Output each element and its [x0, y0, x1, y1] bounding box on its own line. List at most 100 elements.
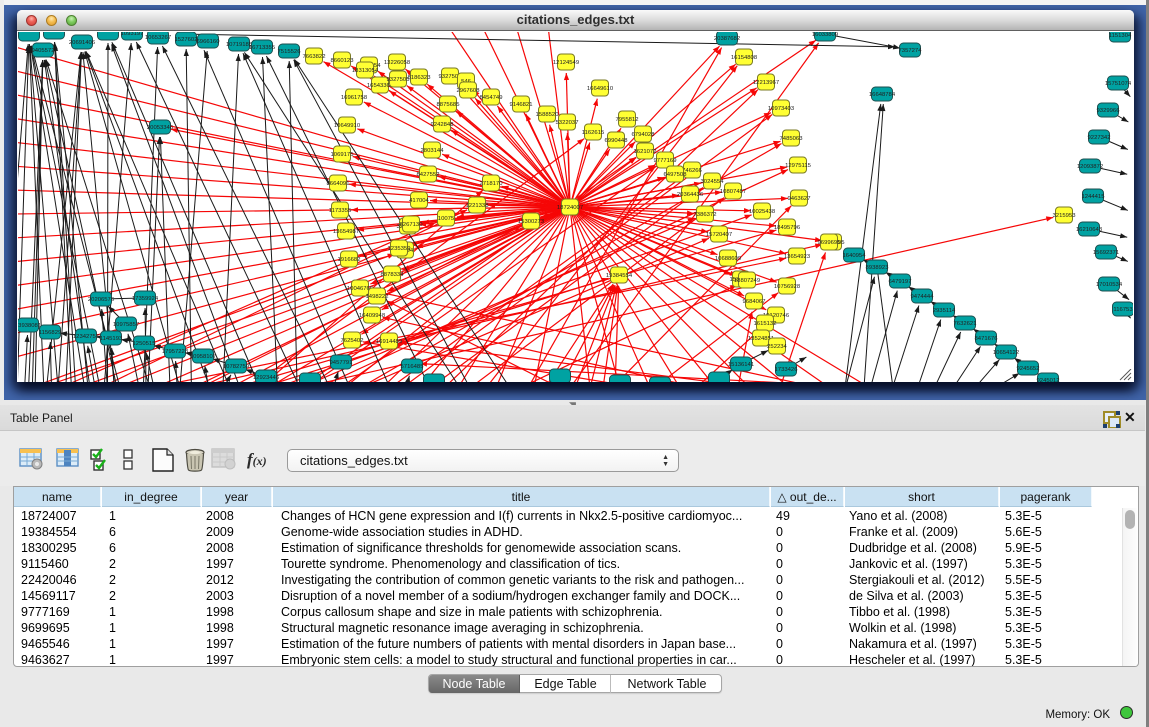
svg-text:10807487: 10807487: [720, 189, 746, 195]
svg-text:9227342: 9227342: [1088, 135, 1111, 141]
svg-text:9474444: 9474444: [911, 294, 935, 300]
svg-text:9684067: 9684067: [743, 299, 766, 305]
svg-text:252234: 252234: [767, 344, 787, 350]
svg-text:7955812: 7955812: [616, 117, 639, 123]
svg-text:17359924: 17359924: [132, 296, 159, 302]
svg-text:16961758: 16961758: [341, 95, 368, 101]
svg-text:6497508: 6497508: [664, 172, 688, 178]
svg-text:10782759: 10782759: [223, 364, 249, 370]
svg-text:8427552: 8427552: [417, 172, 440, 178]
svg-text:16033809: 16033809: [812, 32, 838, 38]
svg-text:10756928: 10756928: [774, 284, 801, 290]
svg-text:3215953: 3215953: [1053, 213, 1077, 219]
svg-text:19384554: 19384554: [606, 273, 633, 279]
svg-text:10975857: 10975857: [113, 322, 139, 328]
svg-text:1640954: 1640954: [843, 253, 867, 259]
svg-text:8471676: 8471676: [975, 336, 999, 342]
svg-text:2967608: 2967608: [457, 88, 481, 94]
svg-text:10688609: 10688609: [715, 256, 741, 262]
svg-text:5716485: 5716485: [401, 364, 425, 370]
svg-text:20691406: 20691406: [69, 40, 96, 46]
svg-text:7515526: 7515526: [278, 49, 302, 55]
svg-text:6794028: 6794028: [632, 132, 656, 138]
svg-text:20387682: 20387682: [714, 36, 740, 42]
svg-text:12213967: 12213967: [753, 80, 779, 86]
svg-text:10025438: 10025438: [749, 209, 776, 215]
svg-text:10653267: 10653267: [145, 35, 171, 41]
svg-text:6990448: 6990448: [605, 138, 629, 144]
svg-text:16914489: 16914489: [376, 339, 402, 345]
svg-text:8938923: 8938923: [866, 265, 890, 271]
svg-text:1588520: 1588520: [536, 112, 560, 118]
svg-text:17957223: 17957223: [162, 349, 189, 355]
svg-text:12342757: 12342757: [73, 334, 99, 340]
svg-text:18724007: 18724007: [557, 205, 583, 211]
svg-text:13654923: 13654923: [784, 254, 811, 260]
svg-text:2935114: 2935114: [933, 308, 956, 314]
svg-text:2803144: 2803144: [421, 148, 445, 154]
svg-text:9245652: 9245652: [1017, 366, 1040, 372]
svg-text:10654122: 10654122: [993, 350, 1019, 356]
svg-text:13226058: 13226058: [384, 60, 411, 66]
svg-text:1916682: 1916682: [338, 257, 361, 263]
svg-text:7625402: 7625402: [341, 338, 364, 344]
svg-text:3024554: 3024554: [701, 179, 725, 185]
svg-text:1145193: 1145193: [100, 336, 123, 342]
svg-text:9457791: 9457791: [330, 360, 353, 366]
svg-text:116753: 116753: [1113, 307, 1133, 313]
svg-text:9777169: 9777169: [654, 158, 677, 164]
svg-text:6479197: 6479197: [889, 279, 912, 285]
svg-text:16409948: 16409948: [359, 313, 386, 319]
svg-text:18495796: 18495796: [774, 225, 801, 231]
svg-text:8186323: 8186323: [408, 75, 432, 81]
svg-text:1069175: 1069175: [331, 152, 355, 158]
svg-text:16210643: 16210643: [1076, 227, 1103, 233]
svg-text:1621072: 1621072: [634, 149, 657, 155]
svg-text:9329966: 9329966: [1097, 108, 1121, 114]
svg-text:8454749: 8454749: [480, 95, 503, 101]
svg-text:12093872: 12093872: [1077, 164, 1103, 170]
svg-text:15720407: 15720407: [706, 232, 732, 238]
svg-text:9242848: 9242848: [431, 122, 455, 128]
svg-text:16154808: 16154808: [731, 55, 758, 61]
svg-text:12975115: 12975115: [785, 163, 811, 169]
svg-text:9245012: 9245012: [1037, 378, 1060, 382]
svg-text:20364436: 20364436: [677, 192, 704, 198]
svg-text:8878334: 8878334: [381, 272, 405, 278]
svg-text:18807249: 18807249: [734, 278, 760, 284]
svg-text:1156829: 1156829: [39, 330, 62, 336]
svg-text:5322037: 5322037: [556, 120, 579, 126]
svg-text:7357274: 7357274: [899, 48, 923, 54]
svg-text:15751074: 15751074: [1105, 81, 1132, 87]
svg-text:1173355: 1173355: [329, 208, 352, 214]
svg-text:7485063: 7485063: [780, 136, 804, 142]
svg-text:15692371: 15692371: [1093, 250, 1119, 256]
svg-text:12124549: 12124549: [553, 60, 579, 66]
svg-text:6966160: 6966160: [197, 39, 221, 45]
svg-text:10649910: 10649910: [334, 123, 361, 129]
svg-text:1221338: 1221338: [466, 203, 490, 209]
svg-text:7386372: 7386372: [694, 212, 717, 218]
svg-text:12923446: 12923446: [253, 375, 280, 381]
svg-text:16649610: 16649610: [587, 86, 614, 92]
svg-text:7632621: 7632621: [954, 321, 977, 327]
svg-text:10075: 10075: [438, 216, 455, 222]
svg-text:17010534: 17010534: [1096, 282, 1123, 288]
svg-text:9463627: 9463627: [788, 196, 811, 202]
svg-text:1151304: 1151304: [1109, 33, 1132, 39]
svg-text:1162615: 1162615: [582, 130, 605, 136]
svg-text:1250515: 1250515: [133, 341, 157, 347]
svg-text:13938081: 13938081: [18, 323, 41, 329]
svg-text:8267130: 8267130: [400, 222, 424, 228]
svg-text:15300273: 15300273: [518, 219, 545, 225]
svg-text:1235359: 1235359: [388, 246, 411, 252]
svg-text:7663822: 7663822: [303, 54, 326, 60]
svg-text:1093197: 1093197: [121, 32, 144, 37]
svg-text:10973403: 10973403: [768, 106, 795, 112]
svg-text:20053346: 20053346: [147, 125, 174, 131]
svg-text:9405572: 9405572: [32, 48, 55, 54]
svg-text:2718170: 2718170: [480, 181, 504, 187]
svg-text:1244415: 1244415: [1082, 194, 1106, 200]
svg-text:9699695: 9699695: [818, 240, 842, 246]
svg-text:16648784: 16648784: [869, 92, 896, 98]
